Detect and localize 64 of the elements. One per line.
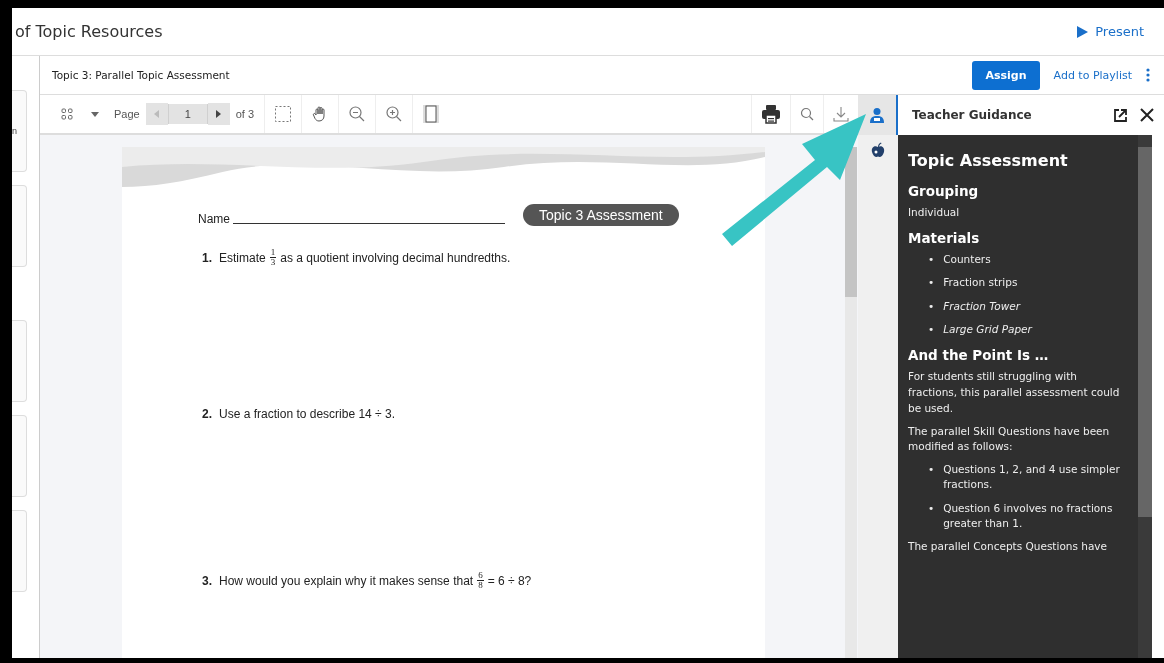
download-icon[interactable] <box>833 106 849 122</box>
caret-left-icon <box>154 110 160 118</box>
single-page-icon[interactable] <box>422 104 441 124</box>
resource-card[interactable]: n <box>12 90 27 172</box>
add-to-playlist-link[interactable]: Add to Playlist <box>1053 66 1132 84</box>
assessment-badge: Topic 3 Assessment <box>523 204 679 226</box>
question-text: as a quotient involving decimal hundredths. <box>280 250 511 265</box>
guidance-list-item: Large Grid Paper <box>943 321 1032 337</box>
panel-title: Teacher Guidance <box>912 108 1033 122</box>
question-number: 3. <box>202 573 212 588</box>
page-number-field[interactable]: 1 <box>167 104 208 124</box>
name-label: Name <box>198 212 230 226</box>
question-text: Estimate <box>219 250 266 265</box>
apple-icon <box>871 142 885 158</box>
search-icon[interactable] <box>800 107 814 121</box>
question-text: How would you explain why it makes sense that <box>219 573 474 588</box>
question-text: Use a fraction to describe 14 ÷ 3. <box>219 407 396 421</box>
guidance-list-item: Question 6 involves no fractions greater than 1. <box>943 500 1114 531</box>
bullet: • <box>928 321 935 337</box>
close-icon[interactable] <box>1140 108 1154 122</box>
guidance-paragraph: The parallel Concepts Questions have <box>908 539 1109 554</box>
thumbnails-icon[interactable] <box>61 108 73 120</box>
guidance-title: Topic Assessment <box>908 150 1069 172</box>
selection-icon[interactable] <box>274 105 293 123</box>
next-page-button[interactable] <box>207 103 230 125</box>
card-label: n <box>12 126 17 136</box>
guidance-list-item: Questions 1, 2, and 4 use simpler fractions. <box>943 462 1121 493</box>
guidance-list-item: Fraction strips <box>943 275 1018 291</box>
more-icon[interactable] <box>1146 68 1150 82</box>
zoom-in-icon[interactable] <box>385 105 404 123</box>
fraction: 6 8 <box>477 571 484 590</box>
scrollbar-thumb[interactable] <box>1138 147 1152 517</box>
guidance-paragraph: Individual <box>908 205 961 221</box>
zoom-out-icon[interactable] <box>348 105 367 123</box>
print-icon[interactable] <box>761 104 781 124</box>
bullet: • <box>928 462 935 478</box>
play-icon <box>1076 25 1089 38</box>
guidance-heading: And the Point Is … <box>908 346 1050 366</box>
caret-right-icon <box>216 110 222 118</box>
page-label: Page <box>114 108 140 120</box>
guidance-list-item: Fraction Tower <box>943 298 1021 314</box>
guidance-heading: Grouping <box>908 182 980 201</box>
guidance-paragraph: The parallel Skill Questions have been modified as follows: <box>908 423 1111 455</box>
bullet: • <box>928 252 935 268</box>
teacher-icon <box>869 107 885 123</box>
question-text: = 6 ÷ 8? <box>487 573 532 588</box>
bullet: • <box>928 298 935 314</box>
scrollbar-thumb[interactable] <box>845 147 857 297</box>
guidance-list-item: Counters <box>943 252 991 268</box>
guidance-heading: Materials <box>908 229 981 248</box>
page-total: of 3 <box>235 108 255 120</box>
fraction: 1 3 <box>269 248 277 267</box>
question-number: 1. <box>202 250 212 265</box>
guidance-paragraph: For students still struggling with fractions, this parallel assessment could be used. <box>908 369 1121 416</box>
open-external-icon[interactable] <box>1113 107 1128 123</box>
present-button[interactable]: Present <box>1074 20 1146 43</box>
side-tab[interactable] <box>858 95 898 135</box>
assign-button[interactable]: Assign <box>972 60 1040 90</box>
bullet: • <box>928 500 935 516</box>
page-title: of Topic Resources <box>15 22 163 41</box>
resource-title: Topic 3: Parallel Topic Assessment <box>52 69 230 81</box>
bullet: • <box>928 275 935 291</box>
question-number: 2. <box>202 407 212 421</box>
caret-icon[interactable] <box>91 111 99 117</box>
